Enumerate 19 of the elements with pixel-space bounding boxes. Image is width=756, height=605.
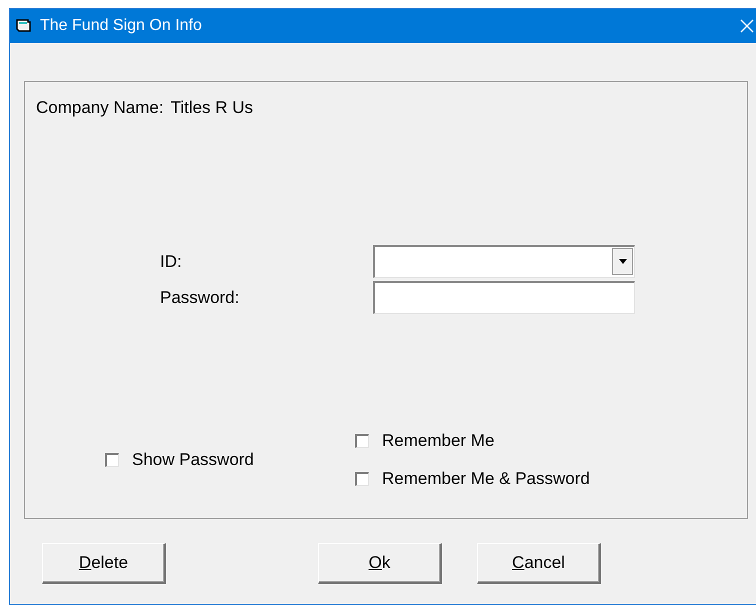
dialog-button[interactable]: Ok xyxy=(318,543,442,584)
window-icon xyxy=(16,19,32,33)
company-label: Company Name: xyxy=(36,98,164,119)
dropdown-button[interactable] xyxy=(612,248,633,275)
checkbox-label: Show Password xyxy=(132,450,254,470)
field-label: ID: xyxy=(160,252,183,272)
checkbox[interactable] xyxy=(105,453,119,467)
dialog-button[interactable]: Cancel xyxy=(477,543,601,584)
field-label: Password: xyxy=(160,288,240,308)
password-field[interactable] xyxy=(373,281,635,314)
window-title: The Fund Sign On Info xyxy=(40,17,203,35)
caret-icon xyxy=(618,259,626,264)
checkbox-label: Remember Me xyxy=(382,431,494,451)
close-icon[interactable] xyxy=(740,19,754,33)
dialog-button[interactable]: Delete xyxy=(42,543,166,584)
checkbox[interactable] xyxy=(355,472,369,486)
company-name: Titles R Us xyxy=(170,98,254,119)
checkbox[interactable] xyxy=(355,434,369,448)
checkbox-label: Remember Me & Password xyxy=(382,469,590,489)
